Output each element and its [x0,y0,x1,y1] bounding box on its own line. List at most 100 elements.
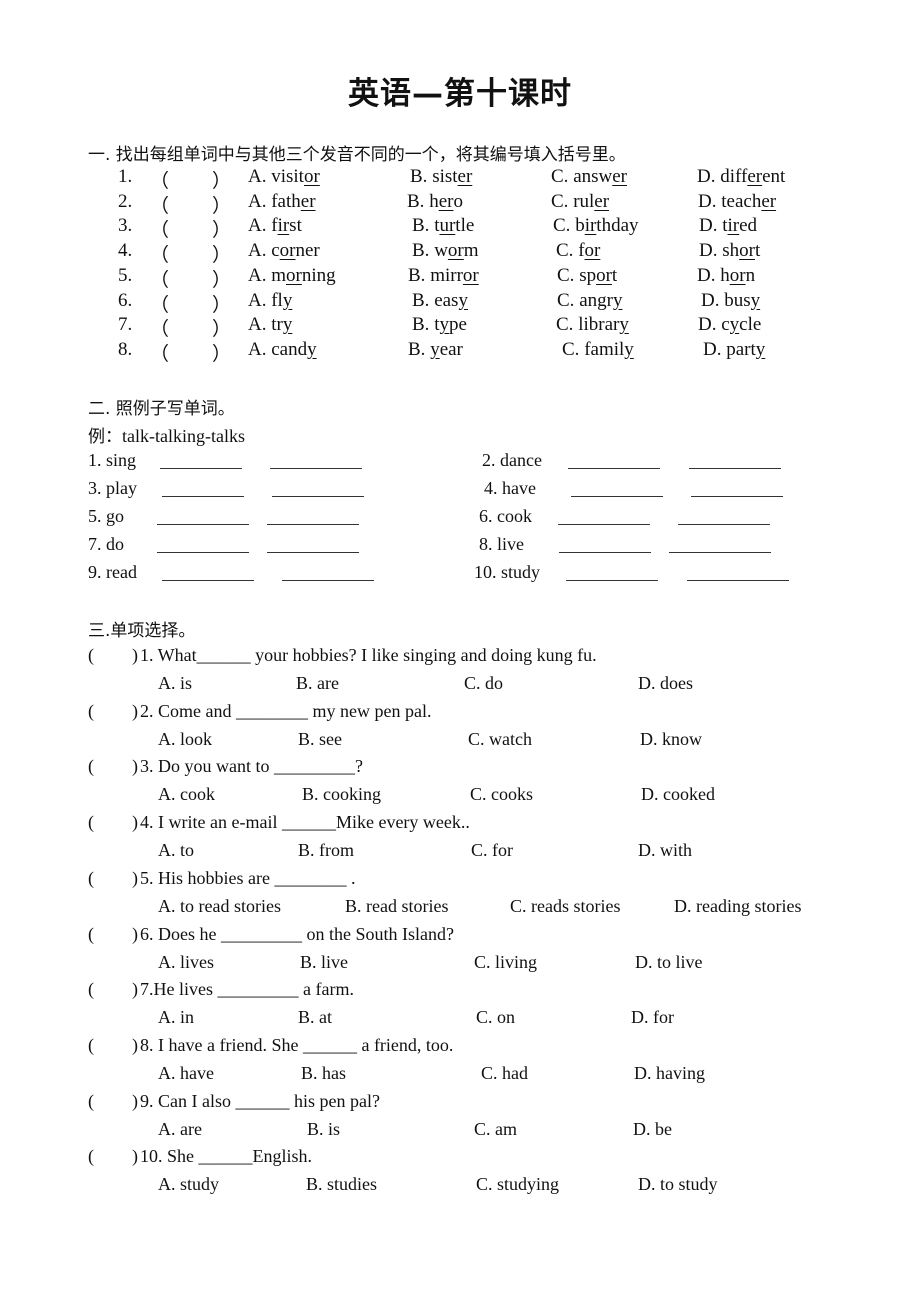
answer-bracket-open[interactable]: （ [150,314,169,341]
answer-bracket-open[interactable]: （ [150,191,169,218]
choice-option[interactable]: B. from [298,840,354,861]
answer-bracket-close[interactable]: ) [132,701,138,722]
s-form-blank[interactable] [267,510,359,525]
fill-blank[interactable]: ______ [197,645,251,665]
answer-bracket-close[interactable]: ) [132,868,138,889]
answer-bracket-open[interactable]: （ [150,265,169,292]
answer-bracket-open[interactable]: （ [150,215,169,242]
choice-option[interactable]: D. to study [638,1174,718,1195]
answer-bracket-open[interactable]: ( [88,924,94,945]
answer-bracket-close[interactable]: ) [132,645,138,666]
ing-form-blank[interactable] [566,566,658,581]
fill-blank[interactable]: ______ [303,1035,357,1055]
choice-option[interactable]: A. to read stories [158,896,281,917]
fill-blank[interactable]: ______ [235,1091,289,1111]
choice-option[interactable]: C. reads stories [510,896,620,917]
answer-bracket-open[interactable]: ( [88,701,94,722]
choice-option[interactable]: C. am [474,1119,517,1140]
choice-option[interactable]: C. do [464,673,503,694]
choice-option[interactable]: A. in [158,1007,194,1028]
s-form-blank[interactable] [678,510,770,525]
choice-option[interactable]: D. reading stories [674,896,801,917]
ing-form-blank[interactable] [160,454,242,469]
answer-bracket-open[interactable]: ( [88,1035,94,1056]
choice-option[interactable]: B. is [307,1119,340,1140]
answer-bracket-close[interactable]: ） [212,339,231,366]
choice-option[interactable]: A. look [158,729,212,750]
s-form-blank[interactable] [687,566,789,581]
ing-form-blank[interactable] [157,510,249,525]
answer-bracket-open[interactable]: ( [88,1146,94,1167]
ing-form-blank[interactable] [162,482,244,497]
choice-option[interactable]: B. see [298,729,342,750]
choice-option[interactable]: B. live [300,952,348,973]
answer-bracket-close[interactable]: ） [212,265,231,292]
answer-bracket-open[interactable]: ( [88,756,94,777]
fill-blank[interactable]: _________ [274,756,355,776]
fill-blank[interactable]: ________ [274,868,346,888]
answer-bracket-open[interactable]: ( [88,645,94,666]
answer-bracket-open[interactable]: ( [88,812,94,833]
choice-option[interactable]: C. on [476,1007,515,1028]
s-form-blank[interactable] [272,482,364,497]
fill-blank[interactable]: _________ [221,924,302,944]
choice-option[interactable]: B. read stories [345,896,448,917]
choice-option[interactable]: D. with [638,840,692,861]
ing-form-blank[interactable] [571,482,663,497]
choice-option[interactable]: C. had [481,1063,528,1084]
choice-option[interactable]: D. having [634,1063,705,1084]
s-form-blank[interactable] [270,454,362,469]
s-form-blank[interactable] [282,566,374,581]
answer-bracket-close[interactable]: ） [212,290,231,317]
choice-option[interactable]: C. watch [468,729,532,750]
choice-option[interactable]: B. at [298,1007,332,1028]
ing-form-blank[interactable] [568,454,660,469]
answer-bracket-close[interactable]: ) [132,756,138,777]
answer-bracket-close[interactable]: ) [132,812,138,833]
choice-option[interactable]: D. be [633,1119,672,1140]
choice-option[interactable]: A. is [158,673,192,694]
answer-bracket-close[interactable]: ) [132,924,138,945]
choice-option[interactable]: B. has [301,1063,346,1084]
choice-option[interactable]: A. cook [158,784,215,805]
s-form-blank[interactable] [267,538,359,553]
ing-form-blank[interactable] [157,538,249,553]
s-form-blank[interactable] [689,454,781,469]
answer-bracket-close[interactable]: ） [212,240,231,267]
answer-bracket-close[interactable]: ) [132,1146,138,1167]
answer-bracket-open[interactable]: （ [150,339,169,366]
choice-option[interactable]: C. studying [476,1174,559,1195]
fill-blank[interactable]: ________ [236,701,308,721]
ing-form-blank[interactable] [558,510,650,525]
choice-option[interactable]: C. living [474,952,537,973]
choice-option[interactable]: A. study [158,1174,219,1195]
choice-option[interactable]: A. lives [158,952,214,973]
answer-bracket-open[interactable]: （ [150,166,169,193]
answer-bracket-close[interactable]: ) [132,979,138,1000]
ing-form-blank[interactable] [559,538,651,553]
fill-blank[interactable]: ______ [199,1146,253,1166]
choice-option[interactable]: B. are [296,673,339,694]
choice-option[interactable]: B. cooking [302,784,381,805]
choice-option[interactable]: A. are [158,1119,202,1140]
choice-option[interactable]: D. cooked [641,784,715,805]
choice-option[interactable]: D. does [638,673,693,694]
s-form-blank[interactable] [691,482,783,497]
answer-bracket-close[interactable]: ) [132,1035,138,1056]
choice-option[interactable]: C. cooks [470,784,533,805]
choice-option[interactable]: C. for [471,840,513,861]
answer-bracket-open[interactable]: ( [88,1091,94,1112]
answer-bracket-close[interactable]: ） [212,191,231,218]
choice-option[interactable]: B. studies [306,1174,377,1195]
answer-bracket-open[interactable]: ( [88,868,94,889]
answer-bracket-open[interactable]: ( [88,979,94,1000]
answer-bracket-open[interactable]: （ [150,290,169,317]
choice-option[interactable]: A. to [158,840,194,861]
choice-option[interactable]: D. know [640,729,702,750]
answer-bracket-close[interactable]: ） [212,166,231,193]
answer-bracket-close[interactable]: ） [212,215,231,242]
answer-bracket-close[interactable]: ） [212,314,231,341]
answer-bracket-open[interactable]: （ [150,240,169,267]
s-form-blank[interactable] [669,538,771,553]
choice-option[interactable]: D. to live [635,952,703,973]
